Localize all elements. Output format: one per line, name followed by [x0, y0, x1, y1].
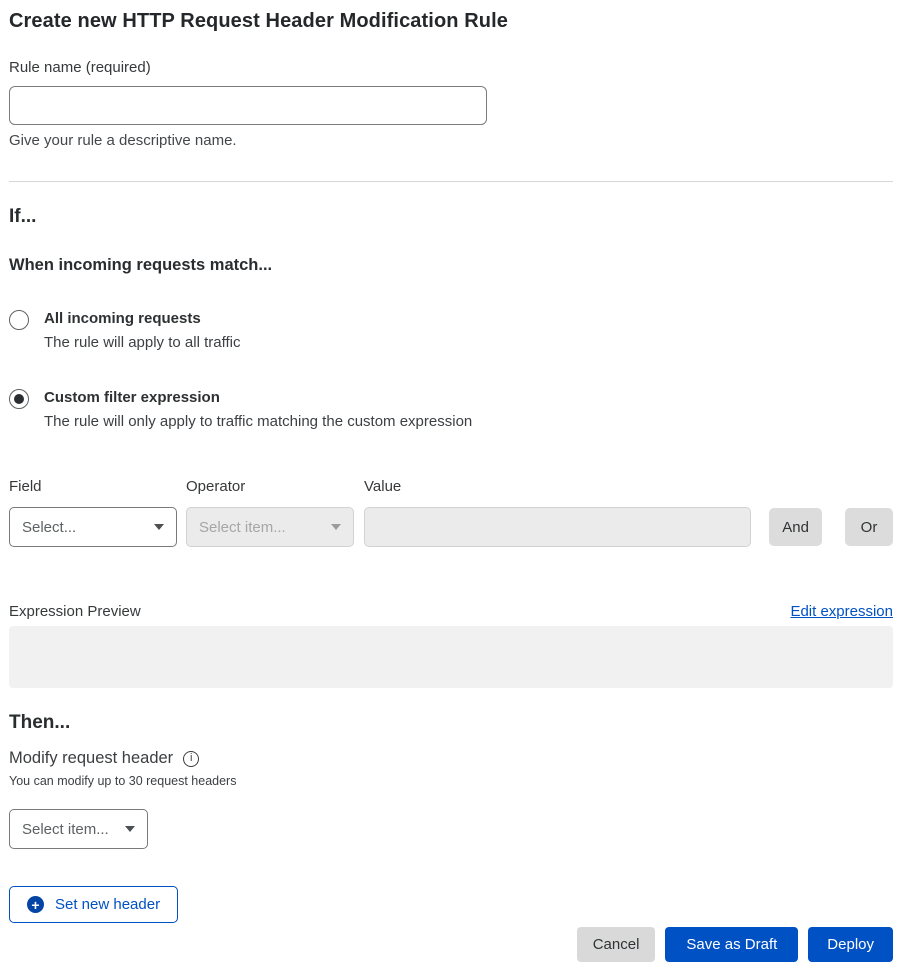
- option-custom-filter-description: The rule will only apply to traffic matc…: [44, 412, 472, 432]
- rule-name-label: Rule name (required): [9, 58, 893, 78]
- option-custom-filter-expression[interactable]: Custom filter expression The rule will o…: [9, 388, 893, 432]
- header-limit-help: You can modify up to 30 request headers: [9, 774, 893, 788]
- field-select[interactable]: Select...: [9, 507, 177, 547]
- if-heading: If...: [9, 205, 893, 229]
- plus-circle-icon: +: [27, 896, 44, 913]
- radio-custom-filter-icon[interactable]: [9, 389, 29, 409]
- option-all-incoming-label[interactable]: All incoming requests: [44, 309, 240, 329]
- operator-label: Operator: [186, 477, 354, 497]
- option-all-incoming-description: The rule will apply to all traffic: [44, 333, 240, 353]
- section-divider: [9, 181, 893, 182]
- or-button[interactable]: Or: [845, 508, 893, 546]
- header-action-select-value: Select item...: [22, 821, 109, 838]
- create-rule-page: Create new HTTP Request Header Modificat…: [0, 0, 899, 980]
- radio-all-incoming-icon[interactable]: [9, 310, 29, 330]
- value-input: [364, 507, 751, 547]
- chevron-down-icon: [154, 524, 164, 530]
- chevron-down-icon: [125, 826, 135, 832]
- option-custom-filter-label[interactable]: Custom filter expression: [44, 388, 472, 408]
- edit-expression-link[interactable]: Edit expression: [790, 603, 893, 620]
- and-button[interactable]: And: [769, 508, 822, 546]
- set-new-header-label: Set new header: [55, 896, 160, 913]
- operator-select-value: Select item...: [199, 519, 286, 536]
- operator-select: Select item...: [186, 507, 354, 547]
- deploy-button[interactable]: Deploy: [808, 927, 893, 962]
- rule-name-help: Give your rule a descriptive name.: [9, 132, 893, 149]
- expression-preview-header: Expression Preview Edit expression: [9, 603, 893, 620]
- header-action-select[interactable]: Select item...: [9, 809, 148, 849]
- then-heading: Then...: [9, 711, 893, 735]
- option-all-incoming-requests[interactable]: All incoming requests The rule will appl…: [9, 309, 893, 353]
- field-label: Field: [9, 477, 177, 497]
- footer-actions: Cancel Save as Draft Deploy: [9, 927, 893, 962]
- expression-builder-row: Field Select... Operator Select item... …: [9, 477, 893, 547]
- match-subheading: When incoming requests match...: [9, 254, 893, 276]
- value-label: Value: [364, 477, 751, 497]
- save-as-draft-button[interactable]: Save as Draft: [665, 927, 798, 962]
- rule-name-input[interactable]: [9, 86, 487, 125]
- expression-preview-box: [9, 626, 893, 688]
- modify-request-header-label: Modify request header: [9, 749, 173, 768]
- set-new-header-button[interactable]: + Set new header: [9, 886, 178, 923]
- field-select-value: Select...: [22, 519, 76, 536]
- chevron-down-icon: [331, 524, 341, 530]
- expression-preview-label: Expression Preview: [9, 603, 141, 620]
- page-title: Create new HTTP Request Header Modificat…: [9, 8, 893, 35]
- cancel-button[interactable]: Cancel: [577, 927, 656, 962]
- info-icon[interactable]: i: [183, 751, 199, 767]
